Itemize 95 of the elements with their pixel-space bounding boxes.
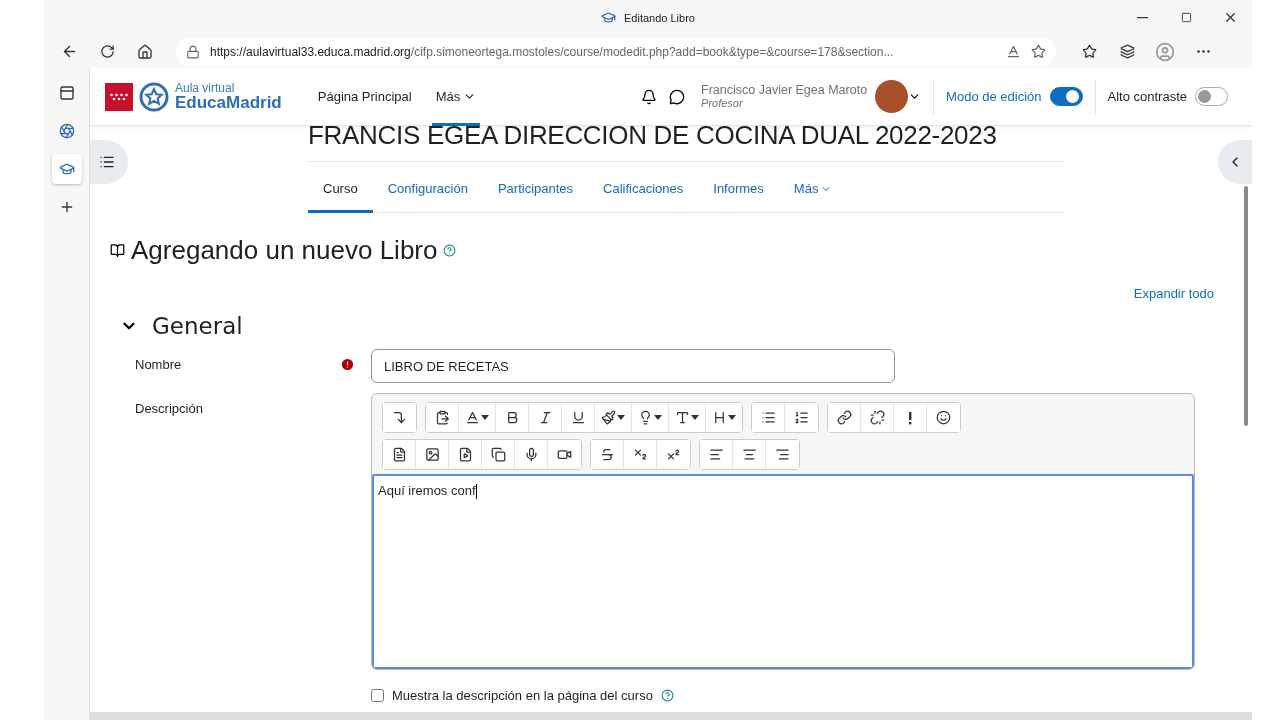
field-label: Descripción: [134, 400, 204, 416]
word-paste-button[interactable]: [383, 440, 416, 469]
bell-icon[interactable]: [641, 88, 658, 105]
field-label: Nombre: [134, 356, 183, 372]
link-icon: [836, 410, 852, 425]
superscript-icon: [666, 447, 681, 462]
course-tab[interactable]: Curso: [308, 167, 373, 213]
site-tab-button[interactable]: [51, 154, 82, 184]
italic-icon: [537, 410, 553, 425]
drawer-toggle-button[interactable]: [1218, 140, 1252, 184]
minimize-icon: [1136, 16, 1148, 19]
nav-link[interactable]: Más: [431, 68, 481, 126]
user-role: Profesor: [701, 97, 744, 110]
help-icon[interactable]: [443, 244, 457, 257]
bullet-list-icon: [760, 410, 776, 425]
course-tab[interactable]: Informes: [698, 167, 779, 213]
align-left-button[interactable]: [700, 440, 733, 469]
caret-icon: [617, 415, 625, 420]
subscript-icon: [632, 447, 648, 462]
description-editor[interactable]: Aquí iremos conf: [372, 474, 1194, 669]
logo-text: EducaMadrid: [175, 94, 282, 111]
section-title: General: [152, 313, 243, 339]
link-button[interactable]: [828, 403, 861, 432]
panel-icon: [58, 85, 75, 101]
video-camera-icon: [557, 447, 572, 462]
course-tab[interactable]: Participantes: [482, 167, 589, 213]
text-size-icon: [712, 410, 727, 425]
underline-icon: [570, 410, 586, 425]
lock-icon: [186, 44, 200, 59]
course-tab[interactable]: Calificaciones: [588, 167, 699, 213]
brush-icon: [601, 410, 616, 425]
graduation-cap-icon: [58, 161, 75, 177]
course-title: FRANCIS EGEA DIRECCION DE COCINA DUAL 2022-2023: [308, 126, 1064, 162]
course-tab[interactable]: Configuración: [372, 167, 483, 213]
lightbulb-icon: [638, 410, 653, 425]
strikethrough-button[interactable]: [591, 440, 624, 469]
star-circle-logo-icon: [139, 81, 169, 112]
avatar-image[interactable]: [875, 80, 909, 113]
page-title: Agregando un nuevo Libro: [131, 235, 438, 266]
letter-a-icon: [465, 410, 480, 425]
window-title: Editando Libro: [624, 11, 695, 24]
paste-button[interactable]: [426, 403, 459, 432]
course-index-button[interactable]: [90, 140, 128, 184]
checkbox-label: Muestra la descripción en la página del curso: [392, 688, 653, 703]
graduation-cap-icon: [601, 10, 616, 25]
caret-icon: [654, 415, 662, 420]
toggle-switch[interactable]: [1049, 87, 1083, 106]
smiley-icon: [936, 410, 951, 425]
caret-icon: [691, 415, 699, 420]
unlink-icon: [869, 410, 885, 425]
microphone-icon: [523, 447, 539, 462]
arrow-down-icon: [392, 410, 407, 425]
nav-link[interactable]: Página Principal: [313, 68, 416, 126]
caret-icon: [481, 415, 489, 420]
url-text: https://aulavirtual33.educa.madrid.org/cifp.simoneortega.mostoles/course/modedit.php?add=book&type=&course=178&section...: [210, 44, 895, 59]
speech-bubble-icon[interactable]: [669, 88, 686, 105]
font-icon: [675, 410, 690, 425]
book-icon: [110, 243, 125, 258]
course-tab[interactable]: Más: [778, 167, 848, 213]
section-header[interactable]: General: [120, 313, 243, 339]
help-icon[interactable]: [660, 689, 674, 702]
expand-all-link[interactable]: Expandir todo: [1133, 286, 1214, 301]
list-icon: [99, 154, 115, 170]
favorite-icon[interactable]: [1031, 44, 1046, 59]
read-aloud-icon[interactable]: [1006, 44, 1021, 59]
bullet-list-button[interactable]: [752, 403, 785, 432]
layers-icon: [1119, 44, 1135, 59]
align-right-icon: [775, 447, 790, 462]
more-icon: [1196, 50, 1210, 53]
toggle-label: Modo de edición: [946, 89, 1042, 104]
toolbar-toggle-button[interactable]: [383, 403, 416, 432]
clipboard-icon: [434, 410, 450, 425]
aperture-icon: [58, 123, 75, 139]
home-icon: [137, 43, 153, 60]
checkbox[interactable]: [371, 689, 384, 702]
user-icon: [1155, 41, 1175, 62]
toggle-switch[interactable]: [1195, 87, 1228, 106]
toggle-label: Alto contraste: [1107, 89, 1187, 104]
address-bar[interactable]: https://aulavirtual33.educa.madrid.org/cifp.simoneortega.mostoles/course/modedit.php?add=book&type=&course=178&section...: [176, 37, 1056, 66]
logo-text: Aula virtual: [175, 82, 236, 94]
flag-logo-icon: [105, 82, 133, 111]
document-icon: [391, 447, 407, 462]
image-icon: [424, 447, 440, 462]
numbered-list-icon: [794, 410, 809, 425]
copy-icon: [490, 447, 506, 462]
caret-icon: [728, 415, 736, 420]
align-left-icon: [708, 447, 724, 462]
star-icon: [1081, 44, 1097, 59]
square-icon: [1180, 12, 1192, 23]
user-name: Francisco Javier Egea Maroto: [701, 83, 868, 98]
strikethrough-icon: [599, 447, 615, 462]
media-file-icon: [457, 447, 473, 462]
name-input[interactable]: LIBRO DE RECETAS: [371, 349, 895, 383]
align-center-icon: [741, 447, 757, 462]
reload-icon: [99, 44, 115, 59]
